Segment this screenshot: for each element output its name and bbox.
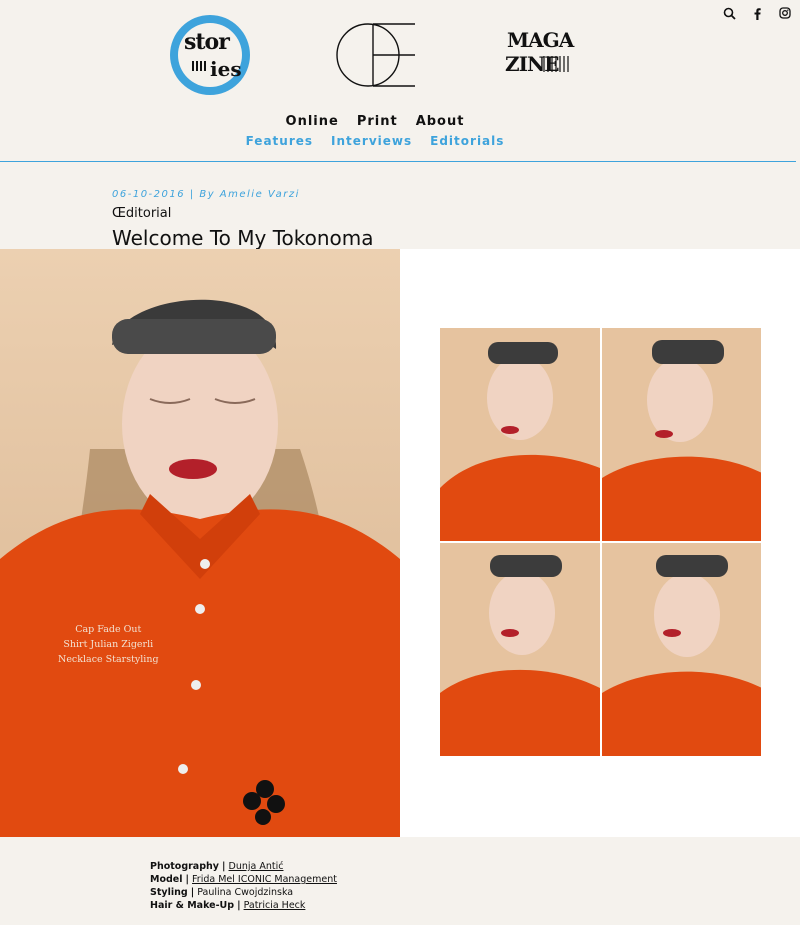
outfit-caption: Cap Fade Out Shirt Julian Zigerli Neckla… <box>58 622 159 667</box>
stories-logo-text-top: stor <box>184 29 230 55</box>
facebook-icon[interactable] <box>750 6 764 20</box>
nav-online[interactable]: Online <box>286 114 339 129</box>
caption-line: Shirt Julian Zigerli <box>63 639 154 650</box>
magazine-logo-text-top: MAGA <box>507 28 574 52</box>
grid-photo <box>440 543 600 756</box>
editorial-photo-main: Cap Fade Out Shirt Julian Zigerli Neckla… <box>0 249 400 837</box>
editorial-photo-illustration <box>0 249 400 837</box>
grid-photo <box>601 543 761 756</box>
credit-link[interactable]: Dunja Antić <box>229 861 284 872</box>
magazine-logo-pattern <box>543 56 571 72</box>
credit-link[interactable]: Frida Mel ICONIC Management <box>192 874 337 885</box>
nav-about[interactable]: About <box>416 114 465 129</box>
nav-print[interactable]: Print <box>357 114 398 129</box>
credit-label: Photography <box>150 861 219 872</box>
credit-label: Model <box>150 874 183 885</box>
stories-logo[interactable]: stor ies <box>170 15 250 95</box>
credit-label: Styling <box>150 887 188 898</box>
editorial-photo-grid <box>400 249 800 837</box>
article-meta: 06-10-2016 | By Amelie Varzi <box>112 189 300 200</box>
nav-interviews[interactable]: Interviews <box>331 134 412 148</box>
credit-row: Photography | Dunja Antić <box>150 861 284 872</box>
site-logo[interactable] <box>335 22 417 88</box>
credit-row: Model | Frida Mel ICONIC Management <box>150 874 337 885</box>
primary-nav: Online Print About <box>0 114 750 129</box>
instagram-icon[interactable] <box>778 6 792 20</box>
top-icons <box>722 6 792 20</box>
credit-value: Paulina Cwojdzinska <box>197 887 294 898</box>
credit-link[interactable]: Patricia Heck <box>244 900 306 911</box>
photo-credits: Photography | Dunja Antić Model | Frida … <box>150 860 337 912</box>
grid-photo <box>440 328 600 541</box>
caption-line: Cap Fade Out <box>75 624 142 635</box>
credit-label: Hair & Make-Up <box>150 900 235 911</box>
caption-line: Necklace Starstyling <box>58 654 159 665</box>
article-category[interactable]: Œditorial <box>112 206 171 221</box>
header-divider <box>0 161 796 162</box>
stories-logo-pattern <box>192 61 208 71</box>
nav-editorials[interactable]: Editorials <box>430 134 504 148</box>
nav-features[interactable]: Features <box>246 134 313 148</box>
photo-grid <box>440 328 761 756</box>
stories-logo-text-bottom: ies <box>210 57 242 81</box>
search-icon[interactable] <box>722 6 736 20</box>
credit-row: Hair & Make-Up | Patricia Heck <box>150 900 306 911</box>
article-title: Welcome To My Tokonoma <box>112 226 374 250</box>
grid-photo <box>601 328 761 541</box>
secondary-nav: Features Interviews Editorials <box>0 134 750 148</box>
magazine-logo[interactable]: MAGA ZINE <box>505 28 575 80</box>
credit-row: Styling | Paulina Cwojdzinska <box>150 887 294 898</box>
